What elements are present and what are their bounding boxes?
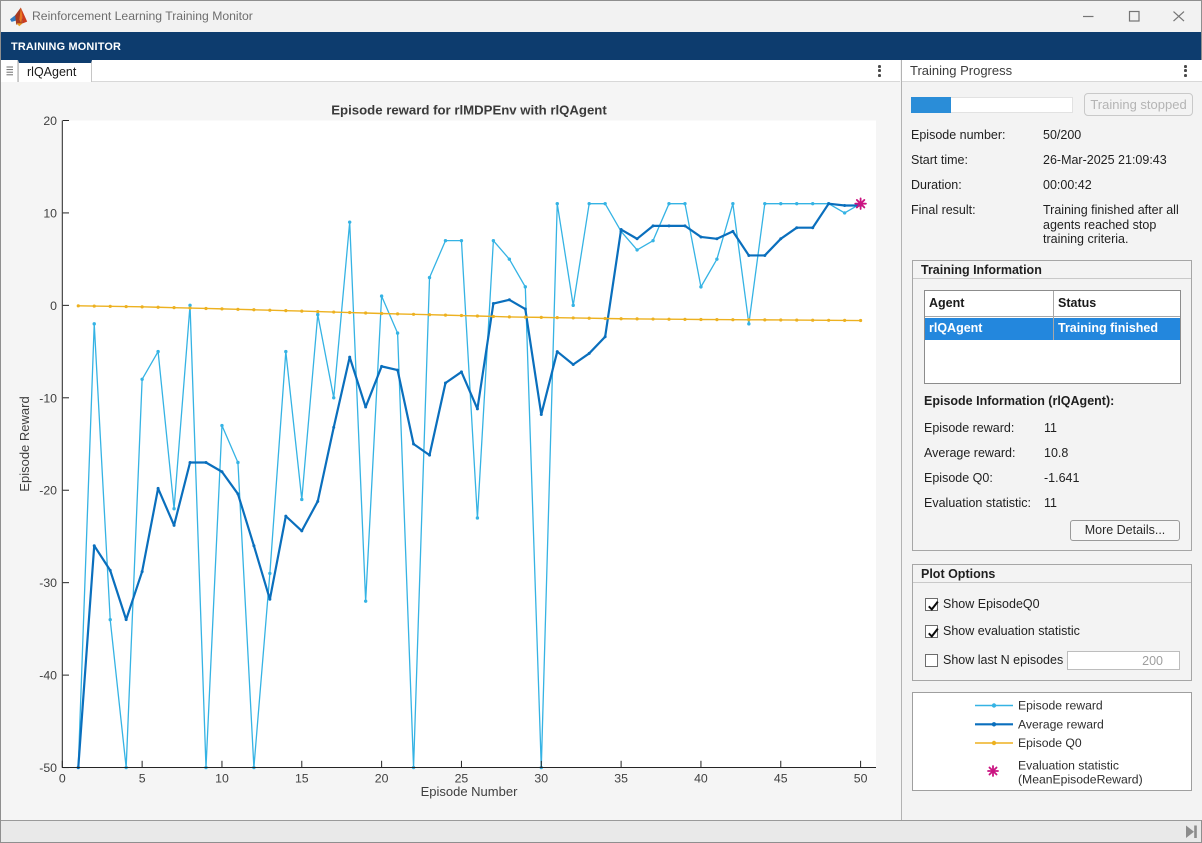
svg-text:50: 50 [854,772,868,786]
svg-text:10: 10 [43,206,57,220]
svg-text:0: 0 [50,299,57,313]
svg-text:Episode reward: Episode reward [1018,699,1103,713]
svg-text:Episode Number: Episode Number [421,784,518,799]
svg-text:-30: -30 [39,576,57,590]
svg-text:Episode Reward: Episode Reward [17,396,32,491]
svg-text:20: 20 [43,114,57,128]
svg-text:Average reward: Average reward [1018,718,1104,732]
svg-text:5: 5 [139,772,146,786]
svg-text:45: 45 [774,772,788,786]
svg-text:30: 30 [534,772,548,786]
svg-text:Evaluation statistic: Evaluation statistic [1018,759,1119,773]
svg-text:40: 40 [694,772,708,786]
svg-text:-40: -40 [39,669,57,683]
svg-text:-20: -20 [39,484,57,498]
svg-text:Episode Q0: Episode Q0 [1018,736,1082,750]
svg-text:10: 10 [215,772,229,786]
svg-text:0: 0 [59,772,66,786]
svg-text:-50: -50 [39,761,57,775]
svg-text:Episode reward for rlMDPEnv wi: Episode reward for rlMDPEnv with rlQAgen… [331,103,607,118]
svg-text:(MeanEpisodeReward): (MeanEpisodeReward) [1018,773,1143,787]
svg-text:35: 35 [614,772,628,786]
svg-text:-10: -10 [39,391,57,405]
svg-text:15: 15 [295,772,309,786]
svg-text:20: 20 [375,772,389,786]
